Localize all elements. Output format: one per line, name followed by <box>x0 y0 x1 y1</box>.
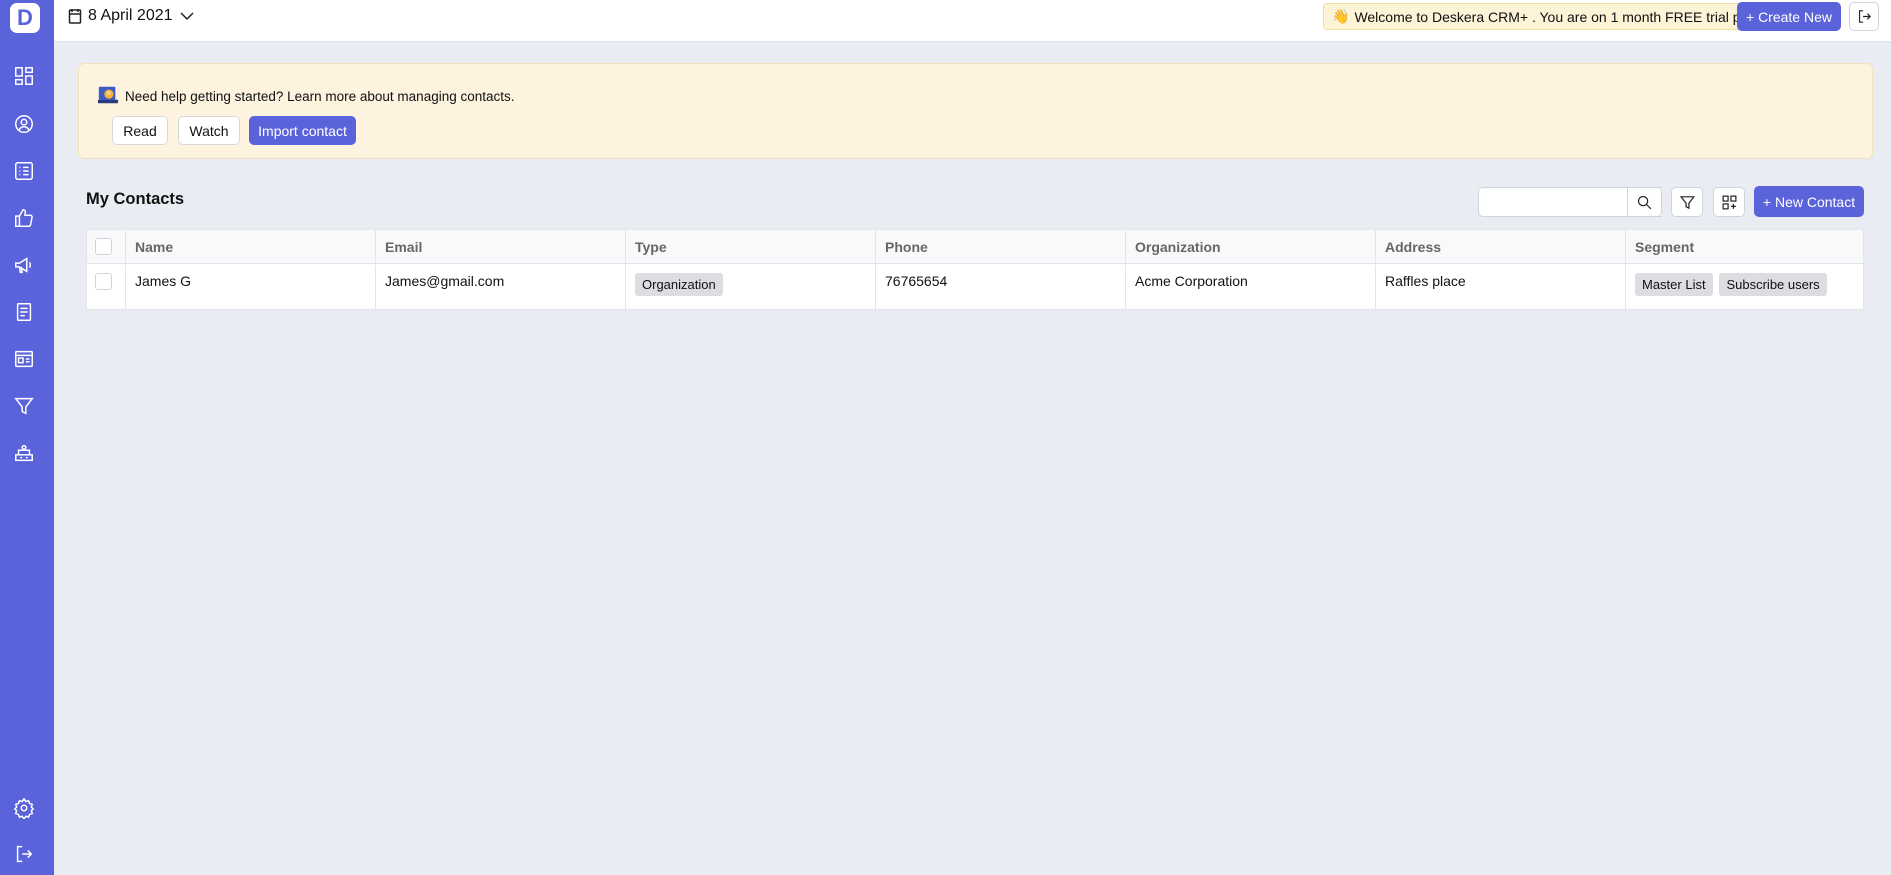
current-date: 8 April 2021 <box>88 7 173 24</box>
column-header-address[interactable]: Address <box>1376 230 1626 264</box>
person-at-laptop-icon <box>97 86 119 104</box>
logo-letter: D <box>17 5 33 30</box>
select-all-checkbox[interactable] <box>95 238 112 255</box>
cell-email: James@gmail.com <box>376 265 626 310</box>
top-bar: 8 April 2021 👋 Welcome to Deskera CRM+ .… <box>54 0 1891 42</box>
trial-welcome-banner: 👋 Welcome to Deskera CRM+ . You are on 1… <box>1323 3 1763 30</box>
thumbs-up-icon[interactable] <box>12 206 36 230</box>
cell-address: Raffles place <box>1376 265 1626 310</box>
search-button[interactable] <box>1627 187 1662 217</box>
cell-name[interactable]: James G <box>126 265 376 310</box>
table-header: Name Email Type Phone Organization Addre… <box>87 230 1863 264</box>
new-contact-button[interactable]: + New Contact <box>1754 186 1864 217</box>
segment-tag: Subscribe users <box>1719 273 1827 296</box>
logout-icon <box>1858 10 1871 23</box>
newsletter-icon[interactable] <box>12 347 36 371</box>
gear-icon[interactable] <box>12 796 36 820</box>
select-all-cell <box>87 230 126 264</box>
cell-type: Organization <box>626 265 876 310</box>
create-new-button[interactable]: + Create New <box>1737 2 1841 31</box>
page-title: My Contacts <box>86 190 185 208</box>
watch-button[interactable]: Watch <box>178 116 240 145</box>
help-text: Need help getting started? Learn more ab… <box>125 89 515 104</box>
funnel-icon[interactable] <box>12 394 36 418</box>
waving-hand-icon: 👋 <box>1332 8 1350 24</box>
dashboard-icon[interactable] <box>12 64 36 88</box>
deskera-logo[interactable]: D <box>10 3 40 33</box>
column-header-name[interactable]: Name <box>126 230 376 264</box>
calendar-icon <box>68 9 82 24</box>
grid-add-icon <box>1722 195 1736 209</box>
row-checkbox[interactable] <box>95 273 112 290</box>
type-tag: Organization <box>635 273 723 296</box>
megaphone-icon[interactable] <box>12 253 36 277</box>
date-picker[interactable]: 8 April 2021 <box>68 4 195 28</box>
list-icon[interactable] <box>12 159 36 183</box>
cell-segment: Master List Subscribe users <box>1626 265 1864 310</box>
column-header-phone[interactable]: Phone <box>876 230 1126 264</box>
welcome-message: Welcome to Deskera CRM+ . You are on 1 m… <box>1354 8 1764 25</box>
import-contact-button[interactable]: Import contact <box>249 116 356 145</box>
chevron-down-icon <box>179 12 194 21</box>
column-header-type[interactable]: Type <box>626 230 876 264</box>
logout-icon[interactable] <box>12 842 36 866</box>
support-desk-icon[interactable] <box>12 441 36 465</box>
logout-button[interactable] <box>1849 2 1879 31</box>
funnel-icon <box>1679 195 1695 209</box>
filter-button[interactable] <box>1671 187 1703 217</box>
document-icon[interactable] <box>12 300 36 324</box>
add-column-button[interactable] <box>1713 187 1745 217</box>
row-select-cell <box>87 265 126 310</box>
column-header-organization[interactable]: Organization <box>1126 230 1376 264</box>
sidebar: D <box>0 0 54 875</box>
segment-tag: Master List <box>1635 273 1713 296</box>
column-header-segment[interactable]: Segment <box>1626 230 1864 264</box>
search-icon <box>1637 195 1652 209</box>
help-banner: Need help getting started? Learn more ab… <box>78 63 1873 159</box>
read-button[interactable]: Read <box>112 116 168 145</box>
column-header-email[interactable]: Email <box>376 230 626 264</box>
cell-phone: 76765654 <box>876 265 1126 310</box>
cell-organization: Acme Corporation <box>1126 265 1376 310</box>
contacts-table: Name Email Type Phone Organization Addre… <box>86 229 1864 310</box>
contacts-icon[interactable] <box>12 112 36 136</box>
